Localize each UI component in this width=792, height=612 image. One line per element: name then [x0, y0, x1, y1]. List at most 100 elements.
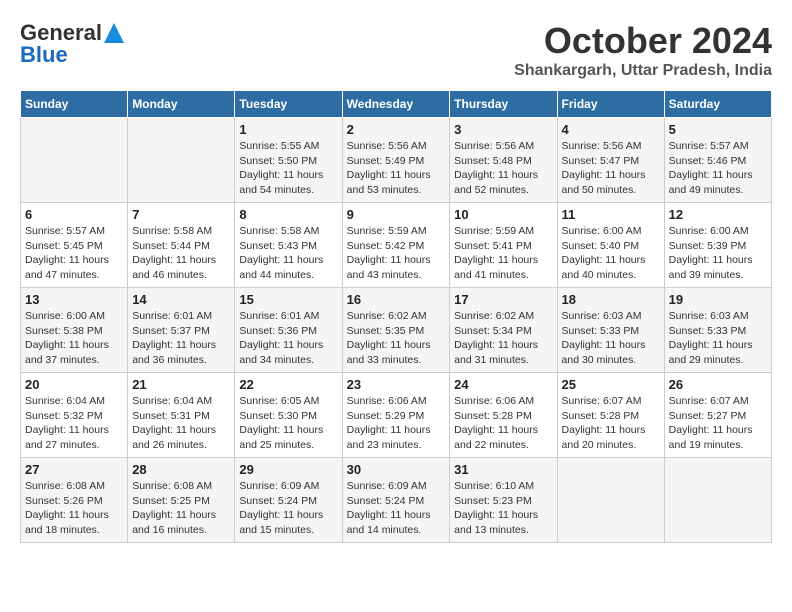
day-content: Sunrise: 6:06 AM Sunset: 5:28 PM Dayligh… [454, 394, 552, 453]
calendar-cell: 9 Sunrise: 5:59 AM Sunset: 5:42 PM Daylig… [342, 203, 450, 288]
day-number: 10 [454, 207, 552, 222]
day-number: 2 [347, 122, 446, 137]
day-content: Sunrise: 6:08 AM Sunset: 5:25 PM Dayligh… [132, 479, 230, 538]
day-content: Sunrise: 6:02 AM Sunset: 5:35 PM Dayligh… [347, 309, 446, 368]
calendar-cell: 25 Sunrise: 6:07 AM Sunset: 5:28 PM Dayli… [557, 373, 664, 458]
calendar-cell: 20 Sunrise: 6:04 AM Sunset: 5:32 PM Dayli… [21, 373, 128, 458]
calendar-cell: 30 Sunrise: 6:09 AM Sunset: 5:24 PM Dayli… [342, 458, 450, 543]
calendar-cell: 11 Sunrise: 6:00 AM Sunset: 5:40 PM Dayli… [557, 203, 664, 288]
calendar-cell [664, 458, 771, 543]
day-content: Sunrise: 6:04 AM Sunset: 5:32 PM Dayligh… [25, 394, 123, 453]
day-content: Sunrise: 5:56 AM Sunset: 5:48 PM Dayligh… [454, 139, 552, 198]
day-number: 22 [239, 377, 337, 392]
day-number: 28 [132, 462, 230, 477]
day-number: 31 [454, 462, 552, 477]
day-number: 12 [669, 207, 767, 222]
week-row-3: 20 Sunrise: 6:04 AM Sunset: 5:32 PM Dayli… [21, 373, 772, 458]
calendar-cell: 21Sunrise: 6:04 AM Sunset: 5:31 PM Dayli… [128, 373, 235, 458]
day-content: Sunrise: 5:55 AM Sunset: 5:50 PM Dayligh… [239, 139, 337, 198]
day-content: Sunrise: 6:10 AM Sunset: 5:23 PM Dayligh… [454, 479, 552, 538]
day-number: 15 [239, 292, 337, 307]
calendar-cell: 10 Sunrise: 5:59 AM Sunset: 5:41 PM Dayli… [450, 203, 557, 288]
day-content: Sunrise: 6:01 AM Sunset: 5:37 PM Dayligh… [132, 309, 230, 368]
month-title: October 2024 [514, 20, 772, 62]
day-content: Sunrise: 5:58 AM Sunset: 5:43 PM Dayligh… [239, 224, 337, 283]
calendar-cell: 22Sunrise: 6:05 AM Sunset: 5:30 PM Dayli… [235, 373, 342, 458]
week-row-2: 13 Sunrise: 6:00 AM Sunset: 5:38 PM Dayli… [21, 288, 772, 373]
calendar-cell: 6Sunrise: 5:57 AM Sunset: 5:45 PM Daylig… [21, 203, 128, 288]
col-thursday: Thursday [450, 91, 557, 118]
calendar-cell: 8 Sunrise: 5:58 AM Sunset: 5:43 PM Daylig… [235, 203, 342, 288]
calendar-cell: 5Sunrise: 5:57 AM Sunset: 5:46 PM Daylig… [664, 118, 771, 203]
day-number: 14 [132, 292, 230, 307]
calendar-cell: 16 Sunrise: 6:02 AM Sunset: 5:35 PM Dayli… [342, 288, 450, 373]
day-content: Sunrise: 6:06 AM Sunset: 5:29 PM Dayligh… [347, 394, 446, 453]
day-content: Sunrise: 6:09 AM Sunset: 5:24 PM Dayligh… [239, 479, 337, 538]
logo: General Blue [20, 20, 124, 68]
day-content: Sunrise: 6:09 AM Sunset: 5:24 PM Dayligh… [347, 479, 446, 538]
calendar-table: SundayMondayTuesdayWednesdayThursdayFrid… [20, 90, 772, 543]
day-content: Sunrise: 5:59 AM Sunset: 5:41 PM Dayligh… [454, 224, 552, 283]
day-number: 4 [562, 122, 660, 137]
calendar-cell: 7 Sunrise: 5:58 AM Sunset: 5:44 PM Daylig… [128, 203, 235, 288]
day-number: 1 [239, 122, 337, 137]
calendar-cell: 27Sunrise: 6:08 AM Sunset: 5:26 PM Dayli… [21, 458, 128, 543]
day-content: Sunrise: 5:59 AM Sunset: 5:42 PM Dayligh… [347, 224, 446, 283]
day-content: Sunrise: 6:00 AM Sunset: 5:40 PM Dayligh… [562, 224, 660, 283]
calendar-cell: 13 Sunrise: 6:00 AM Sunset: 5:38 PM Dayli… [21, 288, 128, 373]
day-number: 30 [347, 462, 446, 477]
col-wednesday: Wednesday [342, 91, 450, 118]
day-content: Sunrise: 6:07 AM Sunset: 5:28 PM Dayligh… [562, 394, 660, 453]
day-number: 20 [25, 377, 123, 392]
day-content: Sunrise: 5:56 AM Sunset: 5:49 PM Dayligh… [347, 139, 446, 198]
calendar-cell: 18Sunrise: 6:03 AM Sunset: 5:33 PM Dayli… [557, 288, 664, 373]
week-row-1: 6Sunrise: 5:57 AM Sunset: 5:45 PM Daylig… [21, 203, 772, 288]
col-monday: Monday [128, 91, 235, 118]
calendar-cell: 17 Sunrise: 6:02 AM Sunset: 5:34 PM Dayli… [450, 288, 557, 373]
week-row-4: 27Sunrise: 6:08 AM Sunset: 5:26 PM Dayli… [21, 458, 772, 543]
day-content: Sunrise: 6:07 AM Sunset: 5:27 PM Dayligh… [669, 394, 767, 453]
day-content: Sunrise: 6:01 AM Sunset: 5:36 PM Dayligh… [239, 309, 337, 368]
calendar-cell: 12 Sunrise: 6:00 AM Sunset: 5:39 PM Dayli… [664, 203, 771, 288]
day-number: 29 [239, 462, 337, 477]
day-content: Sunrise: 6:02 AM Sunset: 5:34 PM Dayligh… [454, 309, 552, 368]
day-number: 8 [239, 207, 337, 222]
day-number: 6 [25, 207, 123, 222]
calendar-cell: 15 Sunrise: 6:01 AM Sunset: 5:36 PM Dayli… [235, 288, 342, 373]
calendar-cell: 31 Sunrise: 6:10 AM Sunset: 5:23 PM Dayli… [450, 458, 557, 543]
col-sunday: Sunday [21, 91, 128, 118]
calendar-cell: 24Sunrise: 6:06 AM Sunset: 5:28 PM Dayli… [450, 373, 557, 458]
day-number: 13 [25, 292, 123, 307]
day-number: 16 [347, 292, 446, 307]
day-number: 5 [669, 122, 767, 137]
calendar-cell [557, 458, 664, 543]
location-subtitle: Shankargarh, Uttar Pradesh, India [514, 62, 772, 80]
page-header: General Blue October 2024 Shankargarh, U… [20, 20, 772, 80]
day-number: 19 [669, 292, 767, 307]
calendar-cell: 29 Sunrise: 6:09 AM Sunset: 5:24 PM Dayli… [235, 458, 342, 543]
day-content: Sunrise: 6:04 AM Sunset: 5:31 PM Dayligh… [132, 394, 230, 453]
day-content: Sunrise: 5:56 AM Sunset: 5:47 PM Dayligh… [562, 139, 660, 198]
title-area: October 2024 Shankargarh, Uttar Pradesh,… [514, 20, 772, 80]
calendar-cell [21, 118, 128, 203]
day-content: Sunrise: 6:00 AM Sunset: 5:39 PM Dayligh… [669, 224, 767, 283]
day-number: 25 [562, 377, 660, 392]
day-content: Sunrise: 5:58 AM Sunset: 5:44 PM Dayligh… [132, 224, 230, 283]
day-number: 23 [347, 377, 446, 392]
day-number: 9 [347, 207, 446, 222]
calendar-cell: 19Sunrise: 6:03 AM Sunset: 5:33 PM Dayli… [664, 288, 771, 373]
day-number: 17 [454, 292, 552, 307]
day-number: 11 [562, 207, 660, 222]
col-friday: Friday [557, 91, 664, 118]
day-number: 26 [669, 377, 767, 392]
calendar-cell: 1 Sunrise: 5:55 AM Sunset: 5:50 PM Daylig… [235, 118, 342, 203]
day-content: Sunrise: 6:00 AM Sunset: 5:38 PM Dayligh… [25, 309, 123, 368]
day-number: 7 [132, 207, 230, 222]
logo-icon [104, 23, 124, 43]
calendar-cell: 26 Sunrise: 6:07 AM Sunset: 5:27 PM Dayli… [664, 373, 771, 458]
calendar-cell: 28 Sunrise: 6:08 AM Sunset: 5:25 PM Dayli… [128, 458, 235, 543]
day-number: 18 [562, 292, 660, 307]
calendar-cell: 4 Sunrise: 5:56 AM Sunset: 5:47 PM Daylig… [557, 118, 664, 203]
col-saturday: Saturday [664, 91, 771, 118]
header-row: SundayMondayTuesdayWednesdayThursdayFrid… [21, 91, 772, 118]
